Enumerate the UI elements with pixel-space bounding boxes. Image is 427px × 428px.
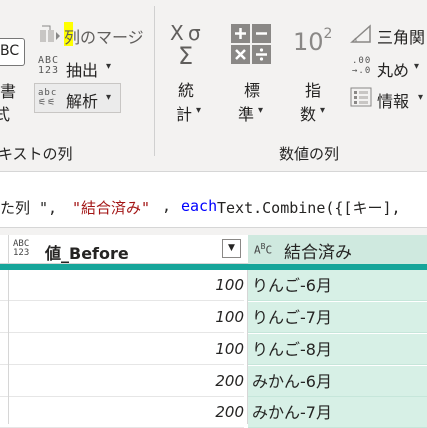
type-icon-c: C [265, 243, 273, 257]
statistics-button-line1[interactable]: 統 [178, 77, 194, 101]
any-type-icon[interactable]: ABC 123 [13, 240, 29, 258]
text-type-icon[interactable]: ABC [254, 242, 273, 257]
formula-string-literal: "結合済み" [72, 199, 151, 217]
cell-value-before[interactable]: 100 [0, 302, 244, 333]
standard-operators-icon[interactable] [231, 24, 271, 64]
rounding-icon[interactable]: .00 →.0 [352, 56, 371, 76]
rounding-icon-bottom: →.0 [352, 66, 372, 76]
trigonometry-icon[interactable] [350, 24, 372, 44]
extract-icon[interactable]: ABC 123 [38, 56, 59, 76]
cell-combined[interactable]: りんご-6月 [248, 270, 427, 301]
statistics-sigma-icon[interactable]: X σ Σ [170, 22, 212, 66]
scientific-button-line2[interactable]: 数 [300, 101, 316, 125]
merge-columns-button[interactable]: 列のマージ [64, 24, 144, 48]
cell-value-before[interactable]: 100 [0, 334, 244, 365]
ribbon-group-divider [154, 6, 155, 156]
rounding-icon-top: .00 [352, 56, 372, 66]
grid-left-divider [8, 270, 9, 424]
standard-chevron-icon[interactable]: ▾ [258, 105, 263, 116]
formula-text-2: , [162, 197, 172, 215]
table-row: 100 りんご-7月 [0, 302, 427, 333]
text-group-label: キストの列 [0, 145, 73, 163]
cell-value-before[interactable]: 200 [0, 366, 244, 397]
trigonometry-button[interactable]: 三角関 [377, 24, 425, 48]
format-button-label-2[interactable]: 式 [0, 101, 10, 125]
format-button-label[interactable]: 書 [0, 78, 16, 102]
formula-bar[interactable]: た列 ", "結合済み" , each Text.Combine({[キー], [0, 183, 427, 227]
standard-button-line1[interactable]: 標 [244, 77, 260, 101]
cell-combined[interactable]: りんご-7月 [248, 302, 427, 333]
formula-text-1: た列 ", [0, 199, 58, 217]
header-left-divider [8, 235, 9, 264]
scientific-button-line1[interactable]: 指 [305, 77, 321, 101]
statistics-button-line2[interactable]: 計 [176, 101, 192, 125]
formula-keyword: each [181, 197, 218, 215]
scientific-icon-exp: 2 [323, 26, 333, 42]
cell-combined[interactable]: りんご-8月 [248, 334, 427, 365]
column-title-value-before: 値_Before [45, 244, 129, 263]
number-group-label: 数値の列 [279, 145, 340, 163]
cell-combined[interactable]: みかん-7月 [248, 397, 427, 428]
abc-text-icon[interactable]: BC [0, 38, 25, 66]
table-row: 100 りんご-8月 [0, 334, 427, 365]
information-chevron-icon[interactable]: ▾ [418, 92, 423, 103]
abc-text-icon-label: BC [0, 43, 20, 59]
scientific-icon-base: 10 [293, 28, 324, 56]
column-header-value-before[interactable]: ABC 123 値_Before ▼ [0, 235, 248, 264]
parse-icon: abc ⚟⚟ [38, 88, 58, 108]
scientific-icon[interactable]: 102 [293, 26, 333, 56]
merge-columns-icon[interactable] [38, 24, 62, 44]
cell-combined[interactable]: みかん-6月 [248, 366, 427, 397]
ribbon: BC 書 式 列のマージ ABC 123 抽出 ▾ abc ⚟⚟ 解析 ▾ キストの… [0, 0, 427, 172]
standard-button-line2[interactable]: 準 [238, 101, 254, 125]
parse-chevron-icon[interactable]: ▾ [106, 92, 111, 103]
information-button[interactable]: 情報 [377, 88, 409, 112]
cell-value-before[interactable]: 100 [0, 270, 244, 301]
cell-value-before[interactable]: 200 [0, 397, 244, 428]
extract-chevron-icon[interactable]: ▾ [106, 61, 111, 72]
column-header-combined[interactable]: ABC 結合済み [248, 235, 427, 264]
type-icon-a: A [254, 243, 261, 257]
parse-button[interactable]: 解析 [66, 88, 98, 112]
filter-dropdown-icon[interactable]: ▼ [222, 239, 241, 258]
rounding-button[interactable]: 丸め [377, 57, 409, 81]
statistics-chevron-icon[interactable]: ▾ [196, 105, 201, 116]
type-icon-bottom: 123 [13, 248, 30, 258]
table-row: 200 みかん-7月 [0, 397, 427, 428]
formula-text-3: Text.Combine({[キー], [217, 199, 401, 217]
svg-text:Σ: Σ [178, 42, 193, 66]
column-title-combined: 結合済み [284, 243, 352, 263]
rounding-chevron-icon[interactable]: ▾ [414, 61, 419, 72]
grid-column-divider [247, 270, 248, 424]
extract-button[interactable]: 抽出 [66, 57, 98, 81]
table-row: 100 りんご-6月 [0, 270, 427, 301]
information-icon[interactable] [350, 87, 372, 107]
scientific-chevron-icon[interactable]: ▾ [320, 105, 325, 116]
table-row: 200 みかん-6月 [0, 366, 427, 397]
